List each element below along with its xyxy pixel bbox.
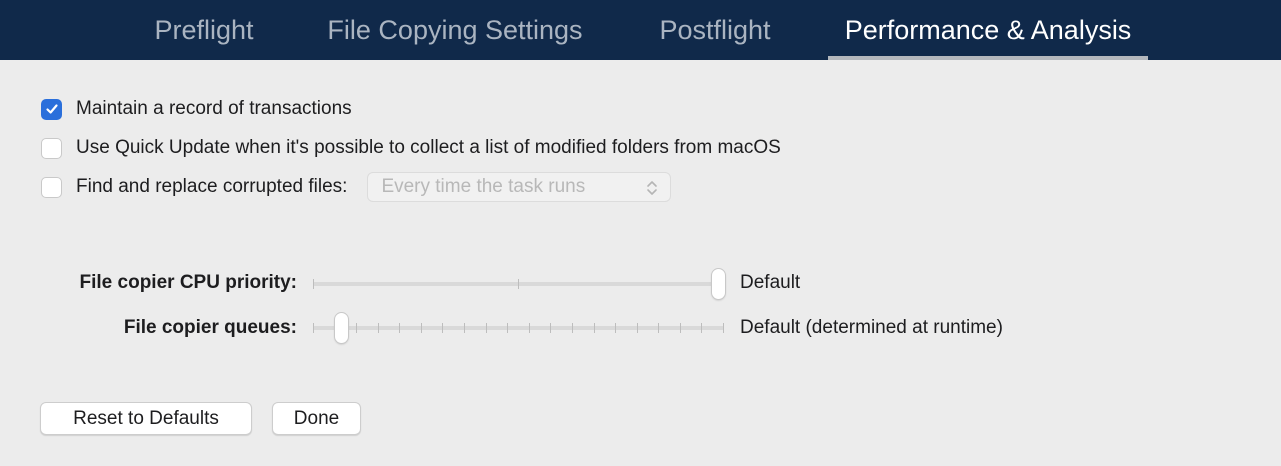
frequency-popup-value: Every time the task runs <box>381 176 586 197</box>
quick-update-label: Use Quick Update when it's possible to c… <box>76 137 781 158</box>
tab-file-copying-settings[interactable]: File Copying Settings <box>318 0 592 60</box>
queues-track[interactable] <box>313 326 724 330</box>
up-down-chevron-icon <box>647 181 658 195</box>
queues-tick <box>594 323 595 333</box>
tab-bar: Preflight File Copying Settings Postflig… <box>0 0 1281 60</box>
maintain-record-option: Maintain a record of transactions <box>41 97 352 121</box>
queues-tick <box>723 323 724 333</box>
queues-tick <box>680 323 681 333</box>
queues-tick <box>421 323 422 333</box>
find-replace-option: Find and replace corrupted files: Every … <box>41 172 672 202</box>
queues-tick <box>701 323 702 333</box>
queues-value: Default (determined at runtime) <box>740 317 1003 338</box>
checkmark-icon <box>45 104 58 114</box>
cpu-priority-knob[interactable] <box>712 269 725 299</box>
cpu-priority-label: File copier CPU priority: <box>79 272 297 293</box>
tab-performance-analysis[interactable]: Performance & Analysis <box>828 0 1148 60</box>
queues-tick <box>550 323 551 333</box>
queues-knob[interactable] <box>335 313 348 343</box>
cpu-priority-tick <box>518 279 519 289</box>
queues-tick <box>399 323 400 333</box>
queues-tick <box>658 323 659 333</box>
queues-tick <box>313 323 314 333</box>
cpu-priority-tick <box>313 279 314 289</box>
queues-tick <box>486 323 487 333</box>
queues-label: File copier queues: <box>123 317 297 338</box>
done-button[interactable]: Done <box>272 402 361 435</box>
quick-update-checkbox[interactable] <box>41 137 62 159</box>
reset-to-defaults-button[interactable]: Reset to Defaults <box>40 402 252 435</box>
tab-postflight[interactable]: Postflight <box>651 0 779 60</box>
find-replace-checkbox[interactable] <box>41 176 62 198</box>
quick-update-option: Use Quick Update when it's possible to c… <box>41 136 781 160</box>
tab-preflight[interactable]: Preflight <box>150 0 258 60</box>
queues-tick <box>572 323 573 333</box>
queues-tick <box>507 323 508 333</box>
queues-tick <box>529 323 530 333</box>
queues-tick <box>378 323 379 333</box>
queues-tick <box>442 323 443 333</box>
queues-tick <box>615 323 616 333</box>
queues-tick <box>356 323 357 333</box>
frequency-popup[interactable]: Every time the task runs <box>367 172 672 202</box>
cpu-priority-value: Default <box>740 272 801 293</box>
find-replace-label: Find and replace corrupted files: <box>76 176 348 197</box>
maintain-record-label: Maintain a record of transactions <box>76 98 352 119</box>
maintain-record-checkbox[interactable] <box>41 98 62 120</box>
queues-tick <box>637 323 638 333</box>
queues-tick <box>464 323 465 333</box>
